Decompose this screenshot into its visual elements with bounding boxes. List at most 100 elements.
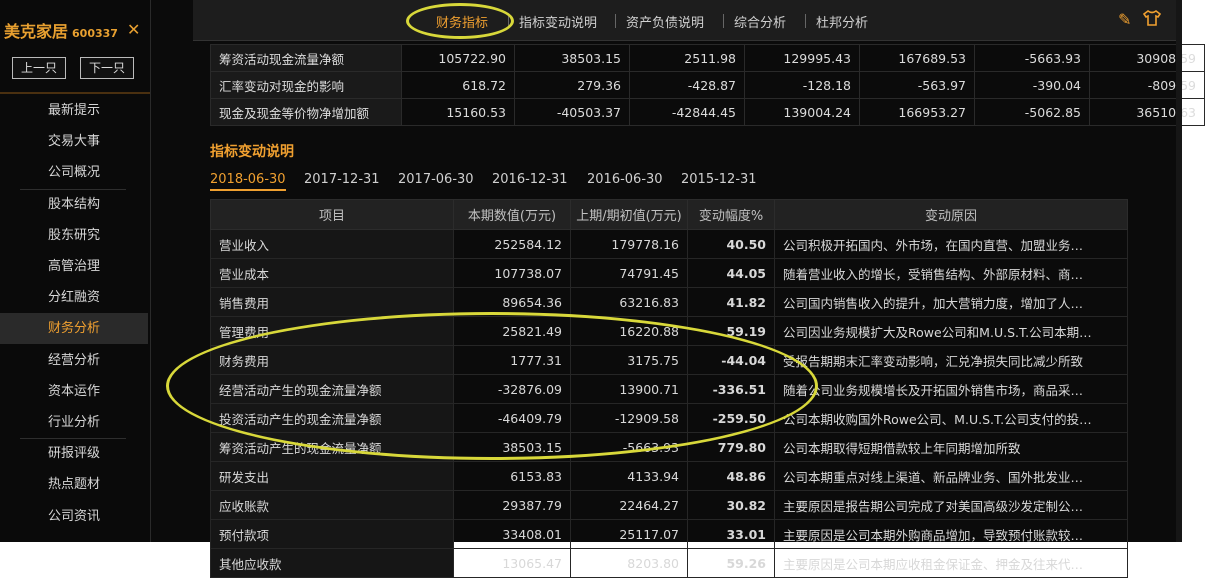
row-previous: 74791.45 (570, 258, 688, 288)
cashflow-value: 139004.24 (744, 98, 860, 126)
header-current[interactable]: 本期数值(万元) (453, 199, 571, 230)
table-row[interactable]: 其他应收款 13065.47 8203.80 59.26 主要原因是公司本期应收租金保证… (210, 548, 1128, 578)
sidebar-item[interactable]: 最新提示 (0, 95, 148, 126)
stock-title: 美克家居 600337 (4, 18, 118, 42)
row-current: 29387.79 (453, 490, 571, 520)
date-tab[interactable]: 2016-06-30 (587, 172, 663, 187)
cashflow-value: -40503.37 (514, 98, 630, 126)
row-previous: 22464.27 (570, 490, 688, 520)
shirt-icon[interactable] (1142, 10, 1162, 30)
header-previous[interactable]: 上期/期初值(万元) (570, 199, 688, 230)
row-change: 41.82 (687, 287, 775, 317)
prev-stock-button[interactable]: 上一只 (12, 57, 66, 79)
row-change: 59.26 (687, 548, 775, 578)
row-current: 13065.47 (453, 548, 571, 578)
sidebar-item[interactable]: 公司资讯 (0, 501, 148, 532)
sidebar-item[interactable]: 交易大事 (0, 126, 148, 157)
row-reason: 公司因业务规模扩大及Rowe公司和M.U.S.T.公司本期… (774, 316, 1128, 346)
header-change[interactable]: 变动幅度% (687, 199, 775, 230)
sidebar-item[interactable]: 公司概况 (0, 157, 148, 188)
table-row[interactable]: 研发支出 6153.83 4133.94 48.86 公司本期重点对线上渠道、新品牌业务… (210, 461, 1128, 491)
row-item: 预付款项 (210, 519, 454, 549)
cashflow-value: 2511.98 (629, 44, 745, 72)
table-row[interactable]: 销售费用 89654.36 63216.83 41.82 公司国内销售收入的提升，加大营… (210, 287, 1128, 317)
cashflow-label: 现金及现金等价物净增加额 (210, 98, 402, 126)
cashflow-value: -42844.45 (629, 98, 745, 126)
row-current: 107738.07 (453, 258, 571, 288)
date-tab[interactable]: 2017-06-30 (398, 172, 474, 187)
cashflow-value: 38503.15 (514, 44, 630, 72)
table-row[interactable]: 营业收入 252584.12 179778.16 40.50 公司积极开拓国内、外市场，… (210, 229, 1128, 259)
row-previous: 25117.07 (570, 519, 688, 549)
table-row[interactable]: 营业成本 107738.07 74791.45 44.05 随着营业收入的增长，受销售结… (210, 258, 1128, 288)
header-item[interactable]: 项目 (210, 199, 454, 230)
edit-icon[interactable]: ✎ (1118, 10, 1131, 29)
cashflow-value: -428.87 (629, 71, 745, 99)
row-previous: 4133.94 (570, 461, 688, 491)
tab-bar: 财务指标 指标变动说明 资产负债说明 综合分析 杜邦分析 ✎ (193, 0, 1176, 41)
date-tab[interactable]: 2016-12-31 (492, 172, 568, 187)
tab[interactable]: 杜邦分析 (816, 12, 868, 31)
sidebar-item[interactable]: 财务分析 (0, 313, 148, 345)
cashflow-label: 筹资活动现金流量净额 (210, 44, 402, 72)
cashflow-value: 129995.43 (744, 44, 860, 72)
cashflow-table: 筹资活动现金流量净额 105722.90 38503.15 2511.98 129995… (210, 44, 1205, 126)
row-reason: 公司国内销售收入的提升，加大营销力度，增加了人… (774, 287, 1128, 317)
highlight-circle (406, 3, 514, 39)
sidebar-item[interactable]: 股东研究 (0, 220, 148, 251)
row-item: 营业成本 (210, 258, 454, 288)
cashflow-value: -809.59 (1089, 71, 1205, 99)
row-change: 30.82 (687, 490, 775, 520)
sidebar-item[interactable]: 股本结构 (0, 189, 148, 220)
cashflow-label: 汇率变动对现金的影响 (210, 71, 402, 99)
close-icon[interactable]: ✕ (127, 20, 140, 39)
table-header-row: 项目 本期数值(万元) 上期/期初值(万元) 变动幅度% 变动原因 (210, 199, 1128, 230)
cashflow-value: 167689.53 (859, 44, 975, 72)
row-item: 销售费用 (210, 287, 454, 317)
scrollbar[interactable] (1176, 0, 1182, 542)
tab-divider (723, 14, 724, 28)
cashflow-row: 汇率变动对现金的影响 618.72 279.36 -428.87 -128.18 -563… (210, 71, 1205, 99)
sidebar-item[interactable]: 热点题材 (0, 469, 148, 500)
tab-divider (805, 14, 806, 28)
row-reason: 主要原因是公司本期外购商品增加，导致预付账款较… (774, 519, 1128, 549)
tab-divider (615, 14, 616, 28)
tab[interactable]: 综合分析 (734, 12, 786, 31)
header-reason[interactable]: 变动原因 (774, 199, 1128, 230)
row-reason: 随着营业收入的增长，受销售结构、外部原材料、商… (774, 258, 1128, 288)
sidebar-item[interactable]: 研报评级 (0, 438, 148, 469)
row-current: 6153.83 (453, 461, 571, 491)
row-current: 252584.12 (453, 229, 571, 259)
row-previous: 179778.16 (570, 229, 688, 259)
row-change: 44.05 (687, 258, 775, 288)
sidebar-item[interactable]: 资本运作 (0, 376, 148, 407)
sidebar-item[interactable]: 行业分析 (0, 407, 148, 438)
row-item: 应收账款 (210, 490, 454, 520)
date-tab[interactable]: 2018-06-30 (210, 172, 286, 191)
row-item: 营业收入 (210, 229, 454, 259)
row-reason: 受报告期期末汇率变动影响，汇兑净损失同比减少所致 (774, 345, 1128, 375)
date-tab[interactable]: 2015-12-31 (681, 172, 757, 187)
section-title: 指标变动说明 (210, 144, 294, 160)
cashflow-value: 279.36 (514, 71, 630, 99)
cashflow-value: 166953.27 (859, 98, 975, 126)
row-reason: 公司积极开拓国内、外市场，在国内直营、加盟业务… (774, 229, 1128, 259)
sidebar-item[interactable]: 经营分析 (0, 345, 148, 376)
next-stock-button[interactable]: 下一只 (80, 57, 134, 79)
tab[interactable]: 指标变动说明 (519, 12, 597, 31)
table-row[interactable]: 应收账款 29387.79 22464.27 30.82 主要原因是报告期公司完成了对美… (210, 490, 1128, 520)
tab[interactable]: 资产负债说明 (626, 12, 704, 31)
sidebar-item[interactable]: 高管治理 (0, 251, 148, 282)
row-reason: 公司本期收购国外Rowe公司、M.U.S.T.公司支付的投… (774, 403, 1128, 433)
stock-code: 600337 (72, 27, 118, 40)
sidebar-item[interactable]: 分红融资 (0, 282, 148, 313)
cashflow-value: 30908.59 (1089, 44, 1205, 72)
row-change: 40.50 (687, 229, 775, 259)
row-previous: 8203.80 (570, 548, 688, 578)
cashflow-value: 36510.63 (1089, 98, 1205, 126)
row-reason: 主要原因是公司本期应收租金保证金、押金及往来代… (774, 548, 1128, 578)
date-tab[interactable]: 2017-12-31 (304, 172, 380, 187)
table-row[interactable]: 预付款项 33408.01 25117.07 33.01 主要原因是公司本期外购商品增加… (210, 519, 1128, 549)
divider (0, 92, 150, 94)
cashflow-value: -128.18 (744, 71, 860, 99)
